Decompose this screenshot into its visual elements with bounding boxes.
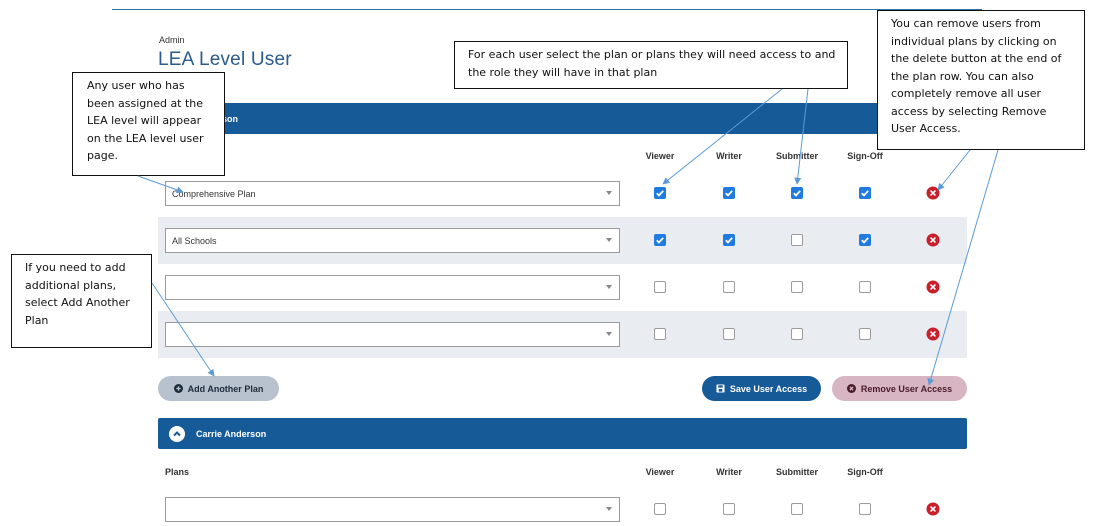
- save-user-access-button[interactable]: Save User Access: [702, 376, 821, 401]
- plan-select[interactable]: Comprehensive Plan: [165, 181, 620, 206]
- checkbox-sign-off[interactable]: [859, 234, 871, 246]
- caret-down-icon: [606, 332, 612, 336]
- column-header-viewer: Viewer: [645, 467, 675, 477]
- checkbox-sign-off[interactable]: [859, 503, 871, 515]
- remove-user-access-button[interactable]: Remove User Access: [832, 376, 967, 401]
- remove-circle-icon: [846, 384, 856, 393]
- close-icon: [929, 330, 937, 338]
- plan-select[interactable]: [165, 497, 620, 522]
- caret-down-icon: [606, 238, 612, 242]
- checkbox-writer[interactable]: [723, 281, 735, 293]
- checkbox-sign-off[interactable]: [859, 328, 871, 340]
- add-another-plan-button[interactable]: Add Another Plan: [158, 376, 279, 401]
- close-icon: [929, 236, 937, 244]
- caret-down-icon: [606, 285, 612, 289]
- check-icon: [725, 237, 733, 244]
- checkbox-submitter[interactable]: [791, 328, 803, 340]
- checkbox-viewer[interactable]: [654, 503, 666, 515]
- checkbox-writer[interactable]: [723, 234, 735, 246]
- checkbox-viewer[interactable]: [654, 187, 666, 199]
- checkbox-writer[interactable]: [723, 328, 735, 340]
- close-icon: [929, 189, 937, 197]
- check-icon: [725, 190, 733, 197]
- check-icon: [656, 190, 664, 197]
- column-header-sign-off: Sign-Off: [847, 151, 883, 161]
- column-header-sign-off: Sign-Off: [847, 467, 883, 477]
- save-icon: [716, 384, 725, 393]
- check-icon: [793, 190, 801, 197]
- page-title: LEA Level User: [158, 49, 292, 70]
- plan-select-value: Comprehensive Plan: [172, 188, 256, 199]
- plan-row: [158, 264, 967, 311]
- caret-down-icon: [606, 191, 612, 195]
- checkbox-submitter[interactable]: [791, 187, 803, 199]
- checkbox-viewer[interactable]: [654, 234, 666, 246]
- checkbox-submitter[interactable]: [791, 234, 803, 246]
- plan-row: Comprehensive Plan: [158, 170, 967, 217]
- column-header-writer: Writer: [716, 151, 742, 161]
- add-another-plan-label: Add Another Plan: [187, 383, 264, 394]
- callout-add-plans: If you need to add additional plans, sel…: [11, 254, 152, 348]
- plan-select[interactable]: [165, 275, 620, 300]
- delete-plan-button[interactable]: [926, 186, 940, 200]
- delete-plan-button[interactable]: [926, 280, 940, 294]
- top-divider: [112, 9, 982, 10]
- breadcrumb[interactable]: Admin: [159, 35, 185, 45]
- callout-select-plan: For each user select the plan or plans t…: [454, 41, 848, 89]
- checkbox-writer[interactable]: [723, 503, 735, 515]
- check-icon: [861, 190, 869, 197]
- column-header-submitter: Submitter: [775, 467, 819, 477]
- chevron-up-icon[interactable]: [169, 426, 185, 442]
- check-icon: [861, 237, 869, 244]
- delete-plan-button[interactable]: [926, 233, 940, 247]
- user-name: Carrie Anderson: [196, 428, 267, 439]
- delete-plan-button[interactable]: [926, 502, 940, 516]
- column-header-submitter: Submitter: [775, 151, 819, 161]
- plan-row: [158, 486, 967, 526]
- remove-user-access-label: Remove User Access: [860, 383, 953, 394]
- column-header-writer: Writer: [716, 467, 742, 477]
- user-header-carrie-anderson[interactable]: Carrie Anderson: [158, 418, 967, 449]
- plan-row: [158, 311, 967, 358]
- close-icon: [929, 505, 937, 513]
- plus-circle-icon: [173, 384, 183, 393]
- user-header-anderson[interactable]: Anderson: [158, 103, 967, 134]
- checkbox-submitter[interactable]: [791, 503, 803, 515]
- checkbox-writer[interactable]: [723, 187, 735, 199]
- plan-select-value: All Schools: [172, 235, 217, 246]
- checkbox-viewer[interactable]: [654, 328, 666, 340]
- callout-lea-user: Any user who has been assigned at the LE…: [72, 72, 225, 176]
- plans-column-header: Plans: [165, 467, 190, 477]
- close-icon: [929, 283, 937, 291]
- checkbox-sign-off[interactable]: [859, 281, 871, 293]
- checkbox-sign-off[interactable]: [859, 187, 871, 199]
- plan-select[interactable]: [165, 322, 620, 347]
- save-user-access-label: Save User Access: [729, 383, 808, 394]
- check-icon: [656, 237, 664, 244]
- callout-remove-users: You can remove users from individual pla…: [877, 10, 1085, 150]
- plan-select[interactable]: All Schools: [165, 228, 620, 253]
- plan-row: All Schools: [158, 217, 967, 264]
- checkbox-submitter[interactable]: [791, 281, 803, 293]
- caret-down-icon: [606, 507, 612, 511]
- column-header-viewer: Viewer: [645, 151, 675, 161]
- checkbox-viewer[interactable]: [654, 281, 666, 293]
- delete-plan-button[interactable]: [926, 327, 940, 341]
